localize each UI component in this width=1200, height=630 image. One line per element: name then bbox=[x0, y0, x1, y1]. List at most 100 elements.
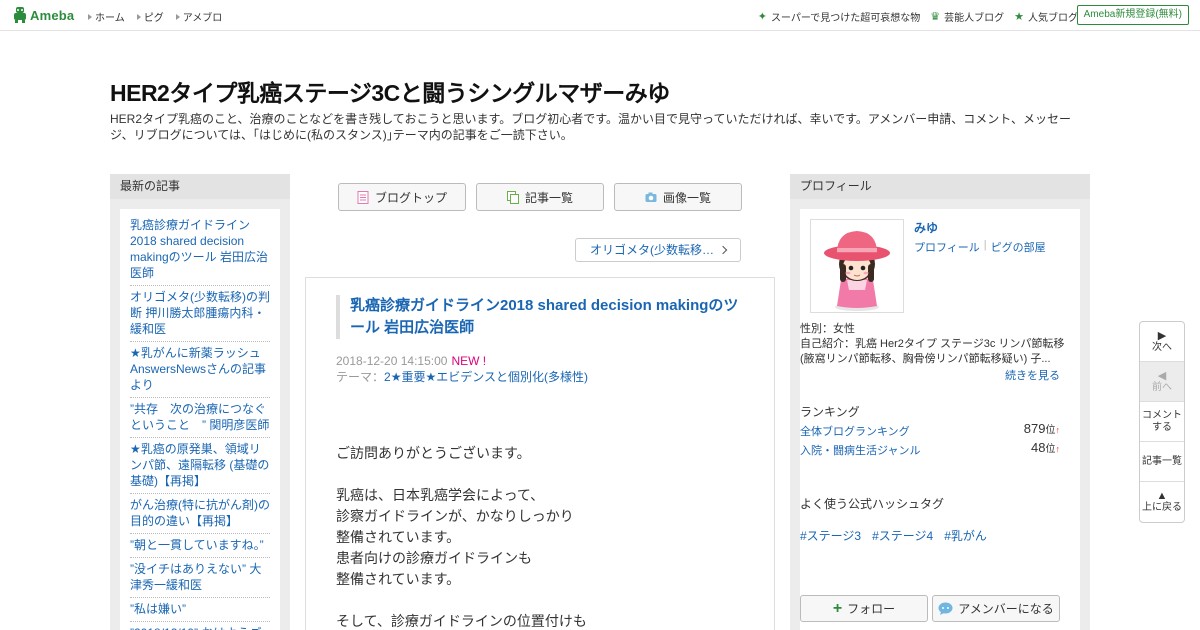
entry-theme-link[interactable]: 2★重要★エビデンスと個別化(多様性) bbox=[384, 370, 588, 384]
ranking-unit: 位 bbox=[1045, 444, 1056, 455]
ranking-number: 879 bbox=[1023, 421, 1046, 436]
tab-entry-list[interactable]: 記事一覧 bbox=[476, 183, 604, 211]
triangle-up-icon: ▲ bbox=[1156, 490, 1168, 502]
entry-list-button[interactable]: 記事一覧 bbox=[1140, 442, 1184, 482]
document-icon bbox=[357, 190, 369, 204]
nav-ameblo[interactable]: アメブロ bbox=[175, 9, 222, 24]
top-label: 上に戻る bbox=[1142, 502, 1182, 513]
camera-icon bbox=[645, 192, 657, 202]
caret-right-icon bbox=[88, 13, 92, 20]
entry-date-row: 2018-12-20 14:15:00 NEW ! bbox=[336, 353, 588, 369]
recent-entry-link[interactable]: ”2018/12/19” おはようご bbox=[130, 622, 270, 630]
link-separator: | bbox=[983, 239, 987, 251]
hashtag-list: #ステージ3 #ステージ4 #乳がん bbox=[800, 527, 987, 544]
recent-entry-link[interactable]: ”没イチはありえない” 大津秀一緩和医 bbox=[130, 558, 270, 598]
recent-entry-link[interactable]: ”私は嫌い” bbox=[130, 598, 270, 622]
entry-date: 2018-12-20 14:15:00 bbox=[336, 354, 448, 368]
rank-up-icon: ↑ bbox=[1055, 425, 1061, 435]
star-icon: ★ bbox=[1014, 10, 1024, 23]
ranking-number: 48 bbox=[1031, 440, 1046, 455]
nav-home[interactable]: ホーム bbox=[88, 9, 125, 24]
recent-entries-list: 乳癌診療ガイドライン2018 shared decision makingのツー… bbox=[120, 209, 280, 630]
new-badge: NEW ! bbox=[451, 354, 487, 368]
ameba-logo-text: Ameba bbox=[30, 7, 75, 23]
comment-label-line1: コメント bbox=[1142, 409, 1182, 421]
next-label: 次へ bbox=[1152, 341, 1172, 353]
floating-side-nav: ▶ 次へ ◀ 前へ コメント する 記事一覧 ▲ 上に戻る bbox=[1139, 321, 1185, 523]
recent-entry-link[interactable]: がん治療(特に抗がん剤)の目的の違い【再掲】 bbox=[130, 494, 270, 534]
ameba-logo[interactable]: Ameba bbox=[13, 7, 74, 23]
recent-entry-link[interactable]: ”共存 次の治療につなぐということ ” 関明彦医師 bbox=[130, 398, 270, 438]
blog-tabs: ブログトップ 記事一覧 画像一覧 bbox=[338, 183, 742, 211]
profile-text: 性別：女性 自己紹介：乳癌 Her2タイプ ステージ3c リンパ節転移 (腋窩リ… bbox=[800, 322, 1070, 367]
recent-entry-link[interactable]: ”朝と一貫していますね。” bbox=[130, 534, 270, 558]
back-to-top-button[interactable]: ▲ 上に戻る bbox=[1140, 482, 1184, 522]
copy-document-icon bbox=[506, 190, 519, 204]
tab-blog-top-label: ブログトップ bbox=[374, 190, 447, 205]
entry-title[interactable]: 乳癌診療ガイドライン2018 shared decision makingのツー… bbox=[336, 295, 746, 339]
caret-right-icon bbox=[136, 13, 141, 20]
blog-description: HER2タイプ乳癌のこと、治療のことなどを書き残しておこうと思います。ブログ初心… bbox=[110, 112, 1072, 142]
entry-paragraph bbox=[336, 590, 746, 611]
promo-label: スーパーで見つけた超可哀想な物 bbox=[770, 13, 921, 24]
hashtag-link[interactable]: #ステージ3 bbox=[800, 527, 861, 544]
ameba-logo-icon bbox=[14, 7, 26, 23]
entry-meta: 2018-12-20 14:15:00 NEW ! テーマ：2★重要★エビデンスと… bbox=[336, 353, 588, 385]
next-entry-link[interactable]: オリゴメタ(少数転移… bbox=[575, 238, 741, 262]
blog-title[interactable]: HER2タイプ乳癌ステージ3Cと闘うシングルマザーみゆ bbox=[110, 74, 670, 108]
entry-body: ご訪問ありがとうございます。 乳癌は、日本乳癌学会によって、 診察ガイドラインが… bbox=[336, 443, 746, 630]
follow-label: フォロー bbox=[847, 602, 896, 616]
amember-label: アメンバーになる bbox=[958, 602, 1054, 616]
profile-heading: プロフィール bbox=[790, 174, 1090, 199]
register-button[interactable]: Ameba新規登録(無料) bbox=[1076, 5, 1189, 25]
promo-link-super[interactable]: ✦ スーパーで見つけた超可哀想な物 bbox=[758, 9, 921, 24]
tab-blog-top[interactable]: ブログトップ bbox=[338, 183, 466, 211]
ranking-label[interactable]: 入院・闘病生活ジャンル bbox=[800, 445, 920, 457]
recent-entry-link[interactable]: ★乳がんに新薬ラッシュ AnswersNewsさんの記事より bbox=[130, 342, 270, 398]
prev-label: 前へ bbox=[1152, 381, 1172, 393]
next-entry-button[interactable]: ▶ 次へ bbox=[1140, 322, 1184, 362]
ranking-unit: 位 bbox=[1045, 425, 1056, 436]
profile-name[interactable]: みゆ bbox=[914, 219, 938, 236]
plus-icon: + bbox=[832, 599, 843, 617]
chat-bubble-icon bbox=[938, 602, 953, 615]
profile-links: プロフィール | ピグの部屋 bbox=[914, 239, 1046, 255]
recent-entry-link[interactable]: オリゴメタ(少数転移)の判断 押川勝太郎腫瘍内科・緩和医 bbox=[130, 286, 270, 342]
promo-link-celebrity[interactable]: ♛ 芸能人ブログ bbox=[930, 9, 1004, 24]
hashtag-link[interactable]: #乳がん bbox=[944, 527, 987, 544]
comment-label-line2: する bbox=[1152, 421, 1172, 433]
recent-entries-heading: 最新の記事 bbox=[110, 174, 290, 199]
ranking-value: 879位↑ bbox=[1024, 421, 1060, 436]
tab-image-list[interactable]: 画像一覧 bbox=[614, 183, 742, 211]
ranking-row-overall: 全体ブログランキング 879位↑ bbox=[800, 421, 1060, 441]
tab-entry-list-label: 記事一覧 bbox=[524, 190, 573, 205]
recent-entries-panel: 最新の記事 乳癌診療ガイドライン2018 shared decision mak… bbox=[110, 174, 290, 630]
entry-paragraph bbox=[336, 464, 746, 485]
tab-image-list-label: 画像一覧 bbox=[662, 190, 711, 205]
prev-entry-button[interactable]: ◀ 前へ bbox=[1140, 362, 1184, 402]
comment-button[interactable]: コメント する bbox=[1140, 402, 1184, 442]
ranking-label[interactable]: 全体ブログランキング bbox=[800, 426, 910, 438]
entry-paragraph: 乳癌は、日本乳癌学会によって、 bbox=[336, 487, 545, 503]
entry-paragraph: 整備されています。 bbox=[336, 529, 461, 545]
promo-links: ✦ スーパーで見つけた超可哀想な物 ♛ 芸能人ブログ ★ 人気ブログ bbox=[758, 9, 1078, 24]
read-more-link[interactable]: 続きを見る bbox=[1005, 367, 1060, 383]
follow-button[interactable]: + フォロー bbox=[800, 595, 928, 622]
promo-label: 人気ブログ bbox=[1028, 13, 1078, 24]
recent-entry-link[interactable]: 乳癌診療ガイドライン2018 shared decision makingのツー… bbox=[130, 217, 270, 286]
recent-entry-link[interactable]: ★乳癌の原発巣、領域リンパ節、遠隔転移 (基礎の基礎)【再掲】 bbox=[130, 438, 270, 494]
nav-pigg[interactable]: ピグ bbox=[136, 9, 164, 24]
entry-theme-row: テーマ：2★重要★エビデンスと個別化(多様性) bbox=[336, 369, 588, 385]
pigg-room-link[interactable]: ピグの部屋 bbox=[991, 239, 1046, 255]
nav-pigg-label: ピグ bbox=[143, 13, 164, 24]
entry-paragraph: ご訪問ありがとうございます。 bbox=[336, 445, 531, 461]
profile-link[interactable]: プロフィール bbox=[914, 239, 980, 255]
amember-button[interactable]: アメンバーになる bbox=[932, 595, 1060, 622]
avatar[interactable] bbox=[810, 219, 904, 313]
caret-right-icon bbox=[175, 13, 180, 20]
promo-link-popular[interactable]: ★ 人気ブログ bbox=[1014, 9, 1078, 24]
next-entry-label: オリゴメタ(少数転移… bbox=[590, 243, 714, 257]
entry-theme-label: テーマ： bbox=[336, 370, 385, 384]
hashtag-link[interactable]: #ステージ4 bbox=[872, 527, 933, 544]
triangle-right-icon: ▶ bbox=[1157, 329, 1167, 342]
